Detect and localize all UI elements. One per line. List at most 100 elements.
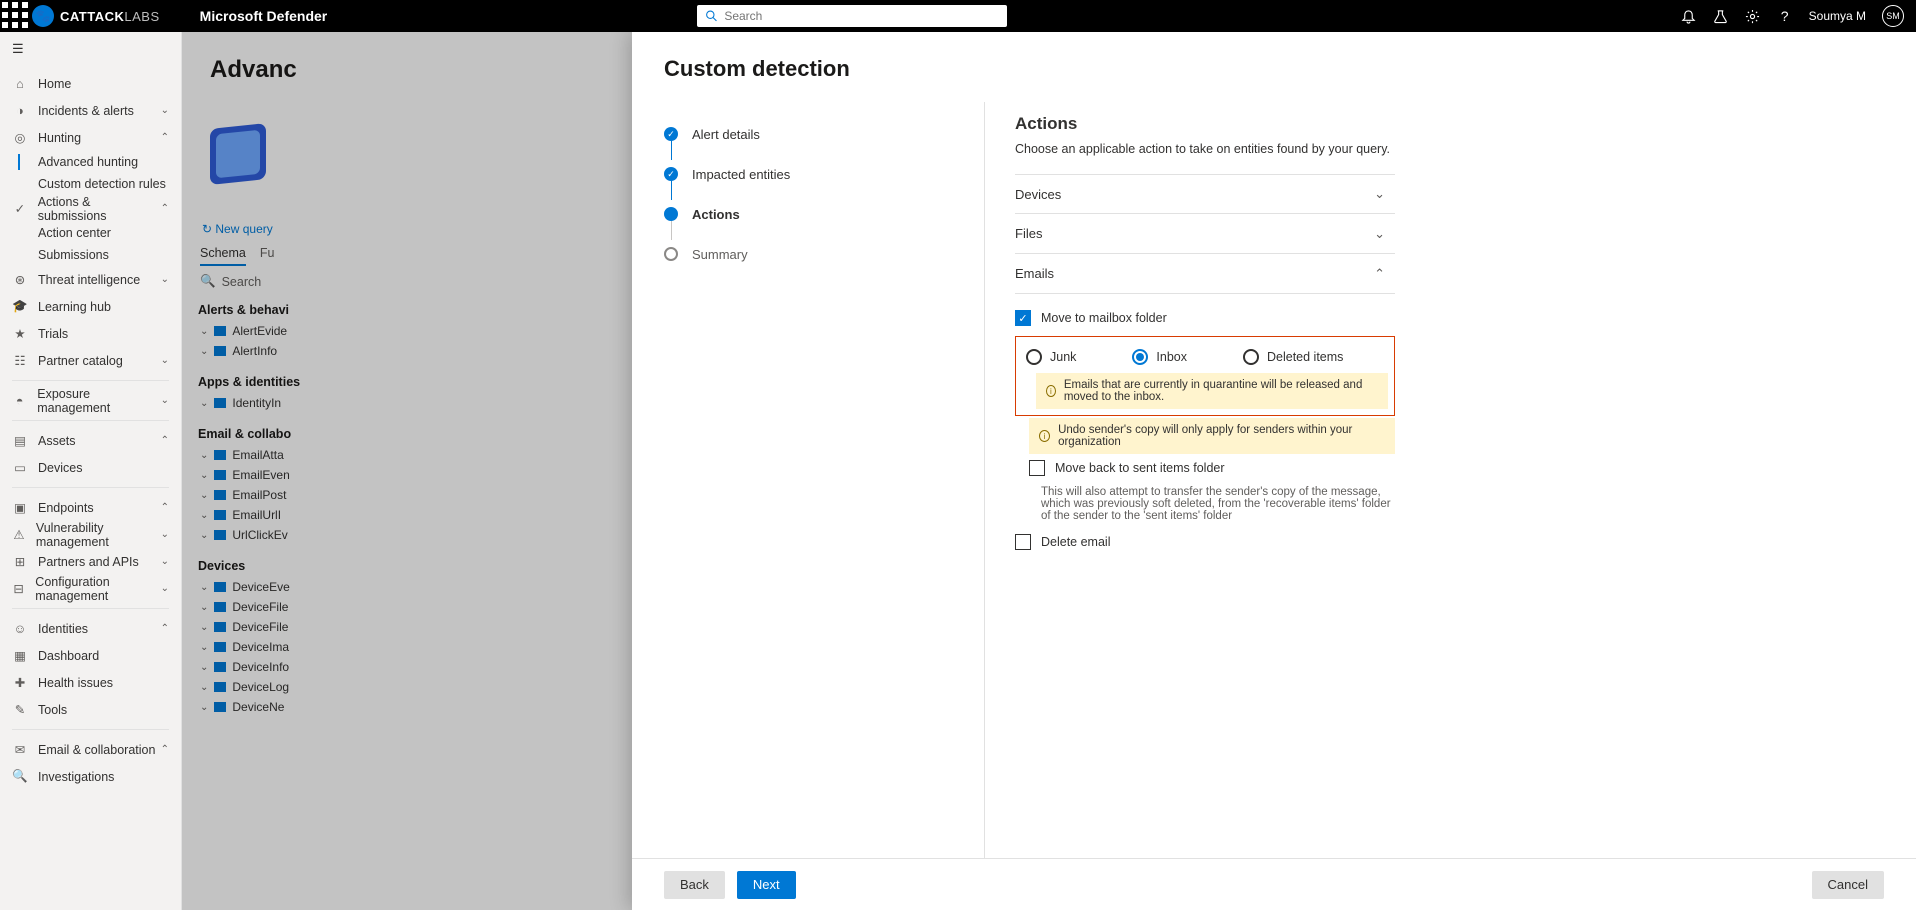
info-undo-sender: i Undo sender's copy will only apply for… bbox=[1029, 418, 1395, 454]
config-icon: ⊟ bbox=[12, 581, 25, 596]
step-impacted-entities[interactable]: ✓ Impacted entities bbox=[664, 154, 984, 194]
nav-action-center[interactable]: Action center bbox=[0, 222, 181, 244]
brand-labs: LABS bbox=[124, 9, 159, 24]
global-search[interactable] bbox=[697, 5, 1007, 27]
partner-icon: ☷ bbox=[12, 353, 28, 368]
move-to-mailbox-checkbox[interactable]: ✓ Move to mailbox folder bbox=[1015, 310, 1395, 326]
step-label: Actions bbox=[692, 207, 740, 222]
step-actions[interactable]: Actions bbox=[664, 194, 984, 234]
step-label: Impacted entities bbox=[692, 167, 790, 182]
nav-devices[interactable]: ▭Devices bbox=[0, 454, 181, 481]
left-nav: ☰ ⌂Home ◑Incidents & alerts⌄ ◎ Hunting ⌃ A… bbox=[0, 32, 182, 910]
shield-icon: ◑ bbox=[12, 104, 28, 118]
user-name[interactable]: Soumya M bbox=[1809, 9, 1866, 23]
info-text: Emails that are currently in quarantine … bbox=[1064, 379, 1378, 403]
dashboard-icon: ▦ bbox=[12, 648, 28, 663]
emails-accordion-body: ✓ Move to mailbox folder Junk Inbox Dele… bbox=[1015, 294, 1395, 578]
nav-config-mgmt[interactable]: ⊟Configuration management⌄ bbox=[0, 575, 181, 602]
user-avatar[interactable]: SM bbox=[1882, 5, 1904, 27]
step-current-icon bbox=[664, 207, 678, 221]
nav-endpoints-label: Endpoints bbox=[38, 501, 94, 515]
hunting-icon: ◎ bbox=[12, 130, 28, 145]
identities-icon: ☺ bbox=[12, 622, 28, 636]
nav-exposure[interactable]: ◓Exposure management⌄ bbox=[0, 387, 181, 414]
labs-icon[interactable] bbox=[1713, 8, 1729, 24]
highlight-box: Junk Inbox Deleted items i Emails that a… bbox=[1015, 336, 1395, 416]
nav-identities[interactable]: ☺Identities⌃ bbox=[0, 615, 181, 642]
search-icon bbox=[705, 9, 718, 23]
wizard-steps: ✓ Alert details ✓ Impacted entities Acti… bbox=[664, 102, 984, 858]
chevron-down-icon: ⌄ bbox=[161, 529, 169, 540]
hunting-page: Advanc New query Schema Fu 🔍Search Alert… bbox=[182, 32, 1916, 910]
chevron-up-icon: ⌃ bbox=[161, 744, 169, 755]
notifications-icon[interactable] bbox=[1681, 8, 1697, 24]
step-alert-details[interactable]: ✓ Alert details bbox=[664, 114, 984, 154]
radio-junk[interactable]: Junk bbox=[1026, 349, 1076, 365]
chevron-down-icon: ⌄ bbox=[1374, 226, 1385, 242]
radio-inbox[interactable]: Inbox bbox=[1132, 349, 1187, 365]
nav-learning[interactable]: 🎓Learning hub bbox=[0, 293, 181, 320]
nav-hunting-label: Hunting bbox=[38, 131, 81, 145]
tools-icon: ✎ bbox=[12, 702, 28, 717]
chevron-up-icon: ⌃ bbox=[161, 203, 169, 214]
email-icon: ✉ bbox=[12, 742, 28, 757]
nav-threat-intel[interactable]: ⊛Threat intelligence⌄ bbox=[0, 266, 181, 293]
info-quarantine-release: i Emails that are currently in quarantin… bbox=[1036, 373, 1388, 409]
move-back-checkbox[interactable]: Move back to sent items folder bbox=[1029, 460, 1395, 476]
invest-icon: 🔍 bbox=[12, 769, 28, 784]
nav-advanced-hunting-label: Advanced hunting bbox=[38, 155, 138, 169]
step-summary[interactable]: Summary bbox=[664, 234, 984, 274]
accordion-emails[interactable]: Emails ⌃ bbox=[1015, 254, 1395, 294]
nav-partner-catalog[interactable]: ☷Partner catalog⌄ bbox=[0, 347, 181, 374]
accordion-files[interactable]: Files ⌄ bbox=[1015, 214, 1395, 254]
checkbox-icon bbox=[1015, 534, 1031, 550]
step-pending-icon bbox=[664, 247, 678, 261]
top-bar: 🐾 CATTACKLABS Microsoft Defender ? Soumy… bbox=[0, 0, 1916, 32]
next-button[interactable]: Next bbox=[737, 871, 796, 899]
cancel-button[interactable]: Cancel bbox=[1812, 871, 1884, 899]
vuln-icon: ⚠ bbox=[12, 527, 26, 542]
settings-icon[interactable] bbox=[1745, 8, 1761, 24]
back-button[interactable]: Back bbox=[664, 871, 725, 899]
nav-custom-detection-rules[interactable]: Custom detection rules bbox=[0, 173, 181, 195]
endpoints-icon: ▣ bbox=[12, 500, 28, 515]
radio-deleted[interactable]: Deleted items bbox=[1243, 349, 1343, 365]
nav-submissions[interactable]: Submissions bbox=[0, 244, 181, 266]
nav-health[interactable]: ✚Health issues bbox=[0, 669, 181, 696]
nav-actions-submissions[interactable]: ✓Actions & submissions⌃ bbox=[0, 195, 181, 222]
nav-email-collab[interactable]: ✉Email & collaboration⌃ bbox=[0, 736, 181, 763]
chevron-up-icon: ⌃ bbox=[161, 132, 169, 143]
app-launcher-icon[interactable] bbox=[0, 0, 32, 32]
checkbox-label: Move to mailbox folder bbox=[1041, 311, 1167, 325]
nav-home[interactable]: ⌂Home bbox=[0, 70, 181, 97]
radio-label: Inbox bbox=[1156, 350, 1187, 364]
nav-tools[interactable]: ✎Tools bbox=[0, 696, 181, 723]
radio-selected-icon bbox=[1132, 349, 1148, 365]
nav-investigations[interactable]: 🔍Investigations bbox=[0, 763, 181, 790]
nav-assets[interactable]: ▤Assets⌃ bbox=[0, 427, 181, 454]
nav-collapse-icon[interactable]: ☰ bbox=[0, 32, 181, 66]
nav-advanced-hunting[interactable]: Advanced hunting bbox=[0, 151, 181, 173]
nav-hunting[interactable]: ◎ Hunting ⌃ bbox=[0, 124, 181, 151]
help-icon[interactable]: ? bbox=[1777, 8, 1793, 24]
nav-endpoints[interactable]: ▣ Endpoints ⌃ bbox=[0, 494, 181, 521]
accordion-devices[interactable]: Devices ⌄ bbox=[1015, 174, 1395, 214]
nav-dashboard[interactable]: ▦Dashboard bbox=[0, 642, 181, 669]
global-search-input[interactable] bbox=[724, 9, 999, 23]
api-icon: ⊞ bbox=[12, 554, 28, 569]
nav-devices-label: Devices bbox=[38, 461, 82, 475]
nav-incidents[interactable]: ◑Incidents & alerts⌄ bbox=[0, 97, 181, 124]
nav-identities-label: Identities bbox=[38, 622, 88, 636]
nav-partners-apis[interactable]: ⊞Partners and APIs⌄ bbox=[0, 548, 181, 575]
nav-vuln[interactable]: ⚠Vulnerability management⌄ bbox=[0, 521, 181, 548]
brand-logo-icon: 🐾 bbox=[32, 5, 54, 27]
actions-icon: ✓ bbox=[12, 201, 28, 216]
chevron-up-icon: ⌃ bbox=[1374, 266, 1385, 282]
chevron-up-icon: ⌃ bbox=[161, 502, 169, 513]
step-done-icon: ✓ bbox=[664, 167, 678, 181]
nav-learning-label: Learning hub bbox=[38, 300, 111, 314]
checkbox-checked-icon: ✓ bbox=[1015, 310, 1031, 326]
nav-trials[interactable]: ★Trials bbox=[0, 320, 181, 347]
top-actions: ? Soumya M SM bbox=[1669, 5, 1916, 27]
delete-email-checkbox[interactable]: Delete email bbox=[1015, 534, 1395, 550]
